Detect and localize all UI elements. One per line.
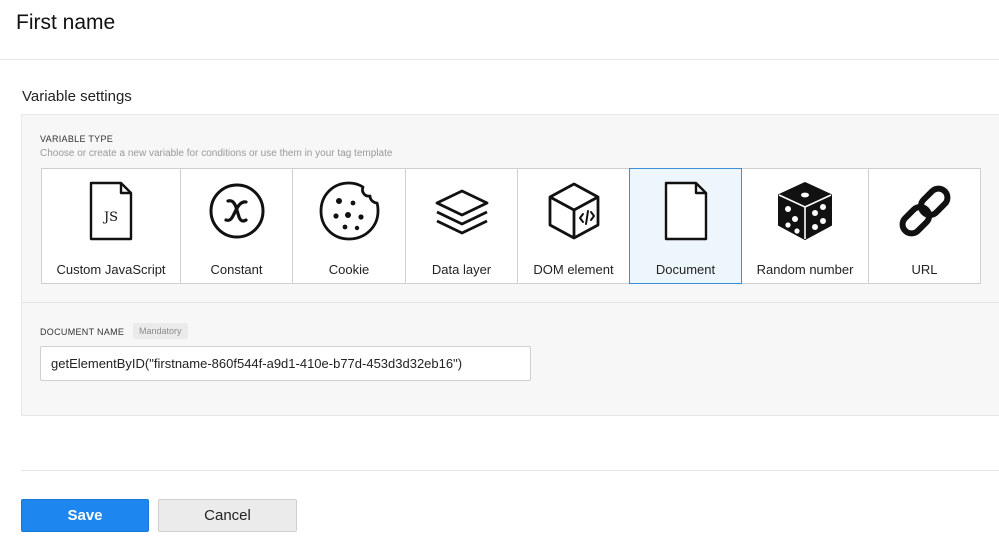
mandatory-badge: Mandatory — [133, 323, 188, 339]
cookie-icon — [317, 179, 381, 243]
link-icon — [893, 179, 957, 243]
type-card-cookie[interactable]: Cookie — [292, 168, 406, 284]
type-label: Random number — [756, 262, 854, 277]
page-title: First name — [16, 11, 116, 34]
dom-cube-icon — [542, 179, 606, 243]
type-label: Document — [655, 262, 716, 277]
type-card-url[interactable]: URL — [868, 168, 981, 284]
section-title: Variable settings — [22, 88, 132, 105]
page-header: First name — [0, 0, 999, 60]
cancel-button[interactable]: Cancel — [158, 499, 297, 532]
save-button[interactable]: Save — [21, 499, 149, 532]
variable-settings-panel: VARIABLE TYPE Choose or create a new var… — [21, 114, 999, 416]
dice-icon — [773, 179, 837, 243]
type-card-random-number[interactable]: Random number — [741, 168, 869, 284]
type-label: Constant — [210, 262, 263, 277]
document-icon — [654, 179, 718, 243]
layers-icon — [430, 179, 494, 243]
document-name-input[interactable] — [40, 346, 531, 381]
type-card-dom-element[interactable]: DOM element — [517, 168, 630, 284]
type-label: URL — [911, 262, 938, 277]
type-card-constant[interactable]: Constant — [180, 168, 293, 284]
panel-divider — [22, 302, 999, 303]
type-label: Cookie — [328, 262, 370, 277]
variable-type-grid: JS Custom JavaScript Constant Cookie Dat… — [41, 168, 981, 284]
constant-x-icon — [205, 179, 269, 243]
type-label: DOM element — [533, 262, 614, 277]
js-file-icon: JS — [79, 179, 143, 243]
variable-type-label: VARIABLE TYPE — [40, 134, 114, 144]
footer-divider — [21, 470, 999, 471]
type-label: Custom JavaScript — [56, 262, 166, 277]
type-label: Data layer — [431, 262, 492, 277]
type-card-data-layer[interactable]: Data layer — [405, 168, 518, 284]
type-card-custom-javascript[interactable]: JS Custom JavaScript — [41, 168, 181, 284]
svg-text:JS: JS — [102, 210, 118, 225]
type-card-document[interactable]: Document — [629, 168, 742, 284]
variable-type-hint: Choose or create a new variable for cond… — [40, 148, 393, 159]
document-name-label: DOCUMENT NAME — [40, 327, 125, 337]
